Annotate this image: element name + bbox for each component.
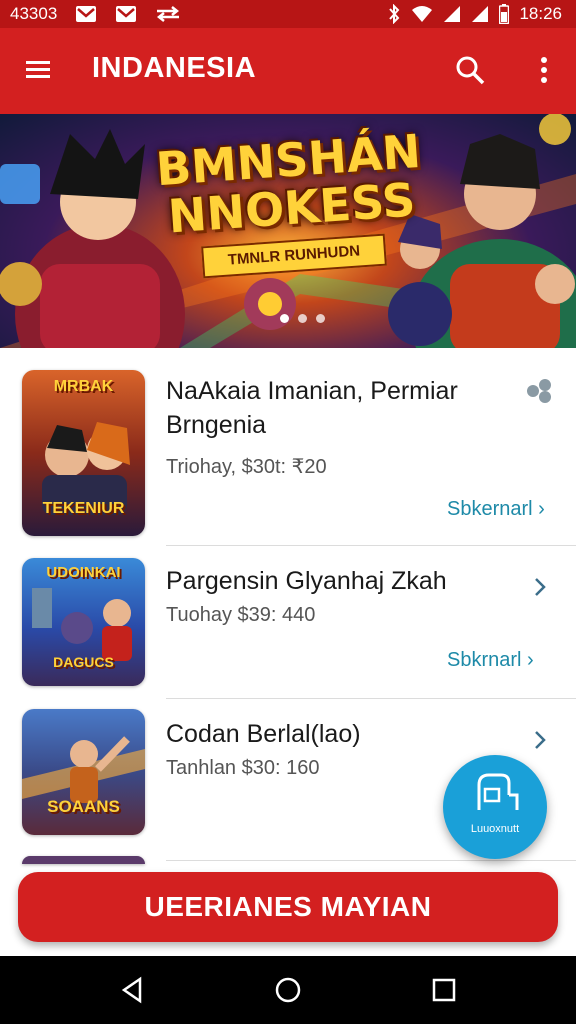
share-icon[interactable] (525, 378, 553, 409)
carousel-dot[interactable] (298, 314, 307, 323)
app-bar: INDANESIA (0, 28, 576, 114)
wifi-icon (411, 5, 433, 23)
item-title-line2: Brngenia (166, 411, 267, 439)
primary-action-button[interactable]: UEERIANES MAYIAN (18, 872, 558, 942)
item-meta: Triohay, $30t: ₹20 (166, 456, 327, 478)
hero-banner[interactable]: BMNSHÁN NNOKESS TMNLR RUNHUDN (0, 114, 576, 348)
transfer-arrows-icon (155, 6, 181, 22)
banner-title: BMNSHÁN NNOKESS (147, 124, 433, 244)
list-item[interactable]: MRBAK TEKENIUR NaAkaia Imanian, Permiar … (0, 348, 576, 546)
mail-icon (75, 5, 97, 23)
system-nav-bar (0, 956, 576, 1024)
game-thumbnail: MRBAK TEKENIUR (22, 370, 145, 536)
divider (166, 860, 576, 861)
menu-icon[interactable] (24, 56, 52, 84)
recents-icon[interactable] (430, 976, 458, 1004)
item-link[interactable]: Sbkernarl › (447, 498, 545, 521)
thumbnail-caption: TEKENIUR (42, 500, 125, 517)
signal-icon (443, 5, 461, 23)
game-thumbnail: UDOINKAI DAGUCS (22, 558, 145, 686)
search-icon[interactable] (454, 54, 486, 86)
chevron-right-icon[interactable] (533, 576, 547, 604)
item-link[interactable]: Sbkrnarl › (447, 649, 534, 672)
mail-icon (115, 5, 137, 23)
page-title: INDANESIA (92, 52, 257, 84)
status-time: 18:26 (519, 4, 562, 23)
game-thumbnail (22, 856, 145, 864)
thumbnail-caption: DAGUCS (53, 654, 114, 670)
game-thumbnail: SOAANS (22, 709, 145, 835)
status-bar: 43303 18:26 (0, 0, 576, 28)
item-meta: Tuohay $39: 440 (166, 604, 316, 626)
chevron-right-icon[interactable] (533, 729, 547, 757)
floating-action-button[interactable]: Luuoxnutt (443, 755, 547, 859)
more-vert-icon[interactable] (534, 54, 554, 86)
item-title-line1: NaAkaia Imanian, Permiar (166, 377, 458, 405)
thumbnail-caption: SOAANS (47, 797, 120, 816)
battery-icon (499, 4, 510, 24)
signal-icon (471, 5, 489, 23)
back-icon[interactable] (118, 976, 146, 1004)
item-title: Codan Berlal(lao) (166, 720, 361, 748)
thumbnail-title: MRBAK (53, 378, 114, 395)
fab-label: Luuoxnutt (470, 823, 520, 835)
home-icon[interactable] (274, 976, 302, 1004)
thumbnail-title: UDOINKAI (46, 564, 121, 581)
bluetooth-icon (387, 4, 401, 24)
item-title: Pargensin Glyanhaj Zkah (166, 567, 447, 595)
customer-service-icon (477, 773, 519, 810)
carousel-dot[interactable] (280, 314, 289, 323)
carousel-dot[interactable] (316, 314, 325, 323)
carousel-dots (280, 314, 325, 323)
list-item[interactable]: UDOINKAI DAGUCS Pargensin Glyanhaj Zkah … (0, 546, 576, 699)
item-title: NaAkaia Imanian, Permiar Brngenia (166, 374, 458, 442)
status-left-text: 43303 (10, 4, 58, 23)
item-meta: Tanhlan $30: 160 (166, 757, 320, 779)
